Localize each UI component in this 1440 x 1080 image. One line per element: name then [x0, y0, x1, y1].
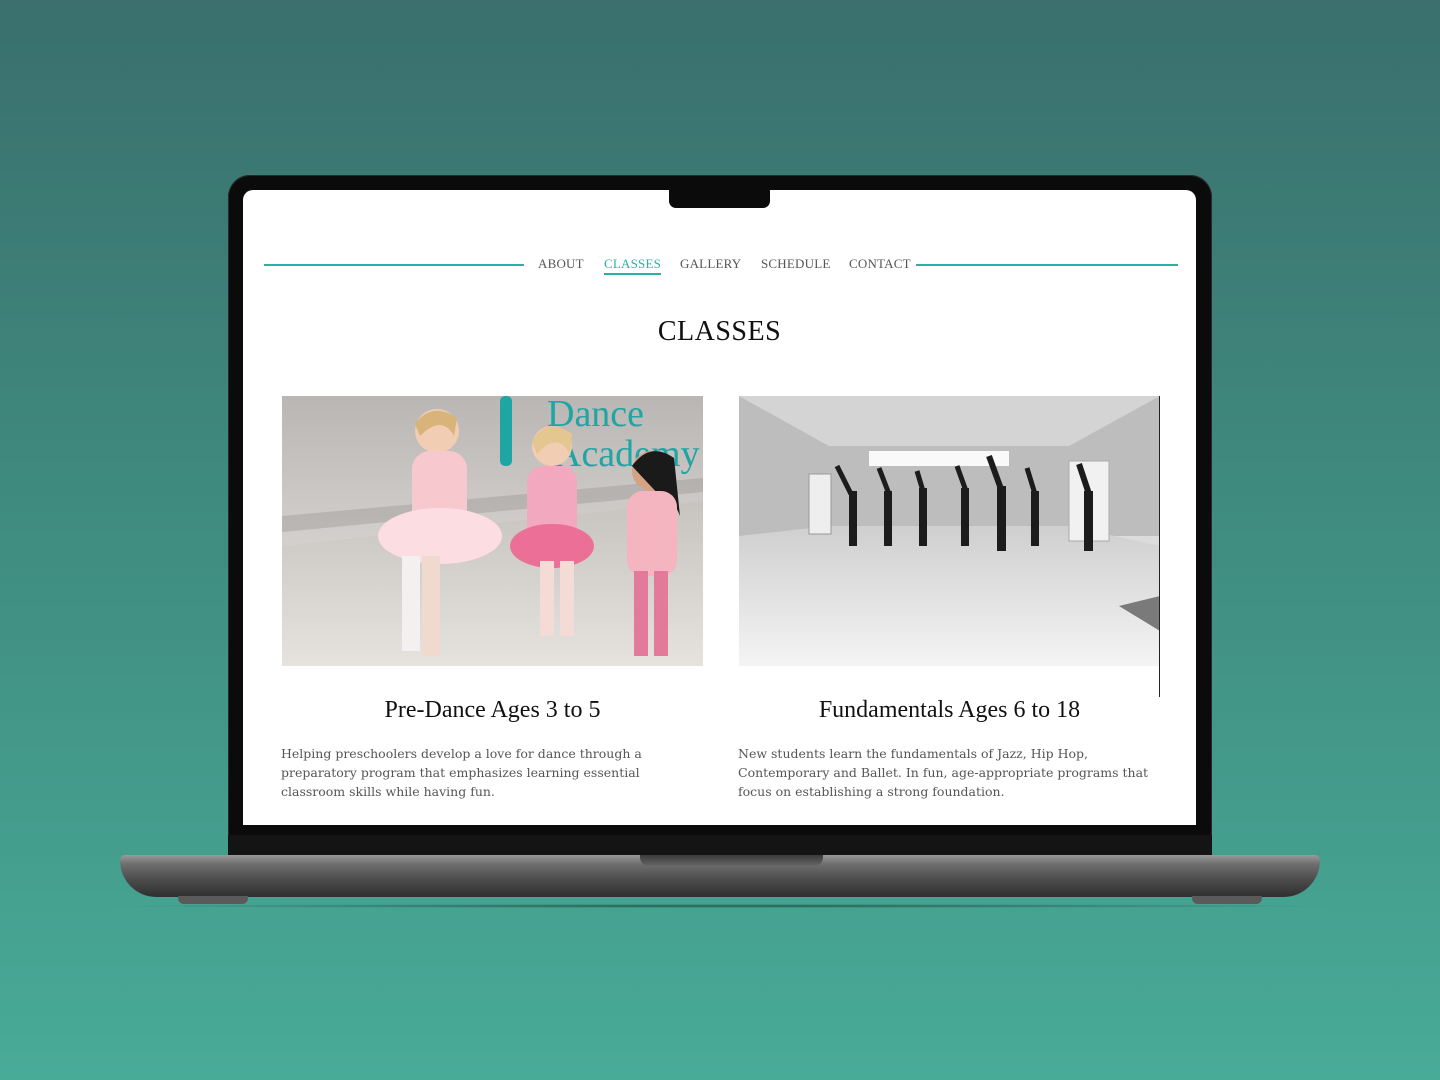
nav-item-schedule[interactable]: SCHEDULE: [761, 256, 831, 272]
column-divider: [1159, 396, 1160, 697]
photo-sign-academy: Academy: [554, 433, 700, 475]
fundamentals-photo[interactable]: [739, 396, 1160, 666]
class-description-fundamentals: New students learn the fundamentals of J…: [738, 746, 1149, 799]
nav-divider-right: [916, 264, 1178, 266]
class-title-fundamentals[interactable]: Fundamentals Ages 6 to 18: [739, 697, 1160, 724]
laptop-opening-groove: [640, 855, 823, 867]
page-title: CLASSES: [657, 316, 782, 347]
nav-divider-left: [264, 264, 524, 266]
laptop-bezel-bottom: [228, 835, 1212, 857]
fundamentals-photo-illustration: [739, 396, 1160, 666]
nav-item-contact[interactable]: CONTACT: [849, 256, 911, 272]
pre-dance-photo[interactable]: Dance Academy: [282, 396, 703, 666]
nav-item-gallery[interactable]: GALLERY: [680, 256, 741, 272]
laptop-foot-left: [178, 896, 248, 904]
nav-item-classes[interactable]: CLASSES: [604, 256, 662, 275]
camera-notch: [669, 188, 770, 208]
main-nav: ABOUT CLASSES GALLERY SCHEDULE CONTACT: [264, 256, 1178, 276]
nav-item-about[interactable]: ABOUT: [538, 256, 584, 272]
laptop-foot-right: [1192, 896, 1262, 904]
laptop-shadow: [90, 904, 1350, 908]
class-description-pre-dance: Helping preschoolers develop a love for …: [281, 746, 642, 799]
pre-dance-photo-illustration: Dance Academy: [282, 396, 703, 666]
class-title-pre-dance[interactable]: Pre-Dance Ages 3 to 5: [282, 697, 703, 724]
